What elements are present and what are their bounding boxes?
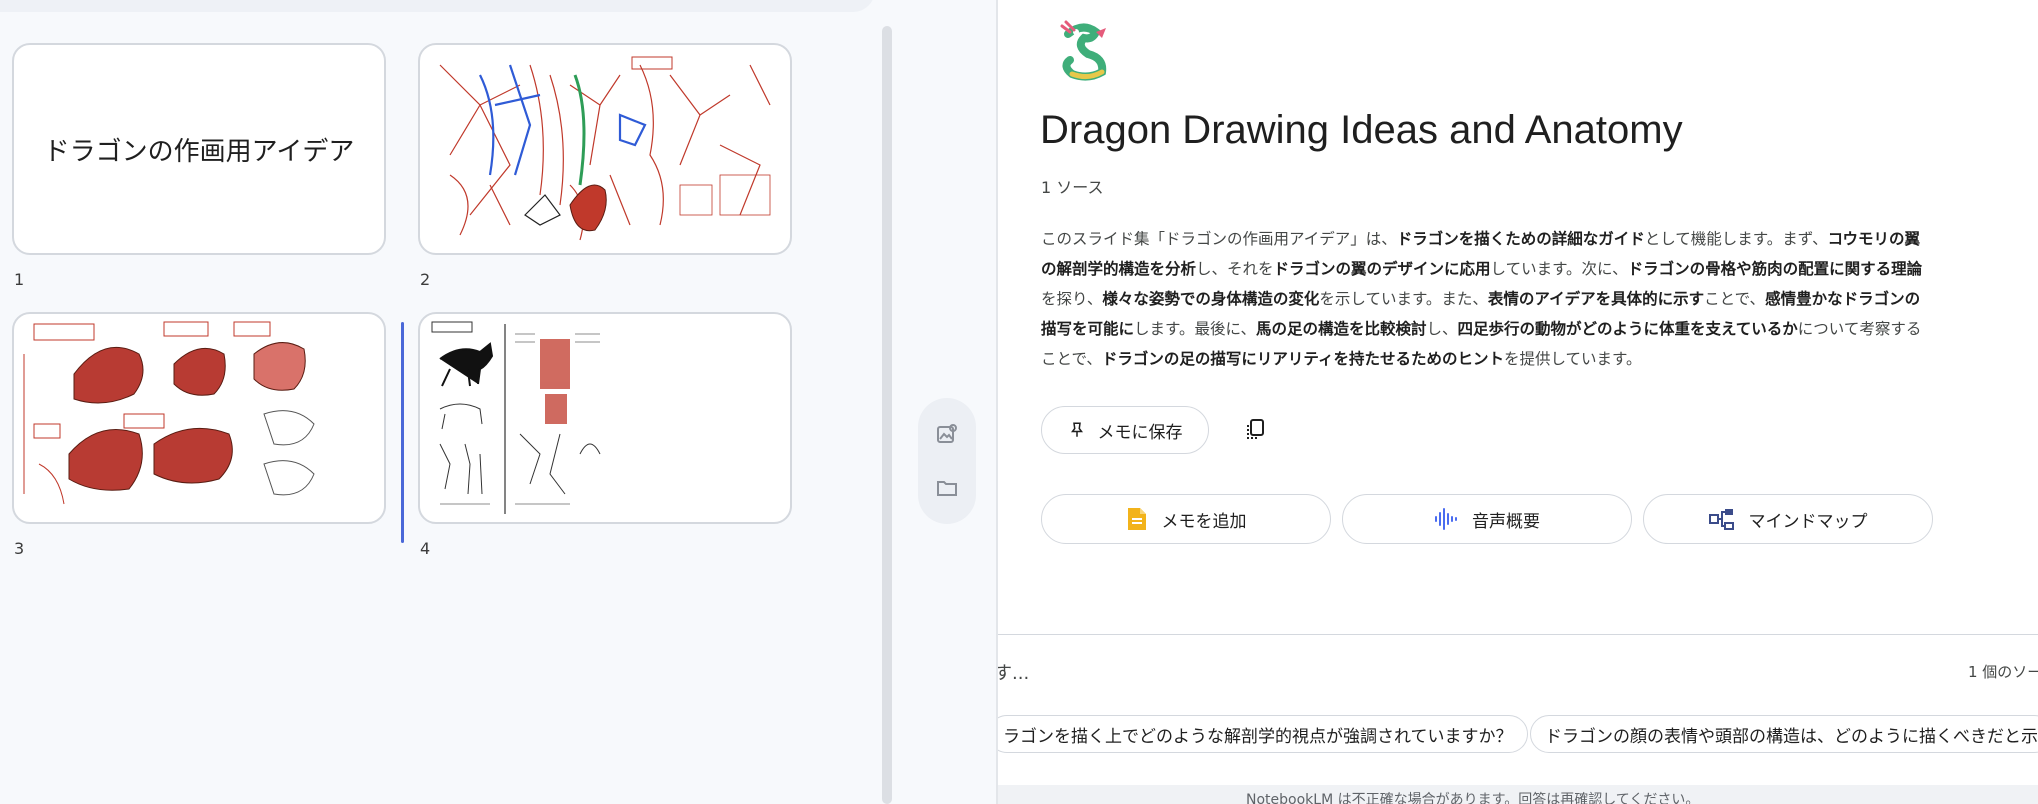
summary-text: として機能します。まず、 [1644, 230, 1828, 248]
slide-number-2: 2 [420, 270, 431, 289]
add-note-button[interactable]: メモを追加 [1041, 494, 1331, 544]
slide-number-1: 1 [14, 270, 25, 289]
copy-icon [1247, 419, 1264, 439]
suggested-questions: ラゴンを描く上でどのような解剖学的視点が強調されていますか？ ドラゴンの顔の表情… [998, 715, 2038, 753]
notebook-summary: このスライド集「ドラゴンの作画用アイデア」は、ドラゴンを描くための詳細なガイドと… [1041, 224, 1931, 374]
mind-map-icon [1708, 509, 1734, 530]
suggested-question-chip[interactable]: ラゴンを描く上でどのような解剖学的視点が強調されていますか？ [998, 715, 1528, 753]
slides-scrollbar[interactable] [882, 26, 892, 804]
audio-overview-button[interactable]: 音声概要 [1342, 494, 1632, 544]
summary-text: を提供しています。 [1504, 350, 1642, 368]
image-search-button[interactable] [933, 420, 961, 448]
chat-area: す... 1 個のソー ラゴンを描く上でどのような解剖学的視点が強調されています… [998, 634, 2038, 804]
summary-text: し、 [1426, 320, 1458, 338]
note-icon [1127, 508, 1146, 530]
current-slide-indicator [401, 322, 404, 543]
slide-number-3: 3 [14, 539, 25, 558]
bat-wing-sketch-image [439, 56, 771, 241]
summary-highlight: ドラゴンの足の描写にリアリティを持たせるためのヒント [1101, 350, 1504, 368]
summary-text: しています。次に、 [1490, 260, 1628, 278]
add-note-label: メモを追加 [1161, 511, 1247, 532]
slide-thumbnail-3[interactable] [12, 312, 386, 524]
save-to-note-label: メモに保存 [1097, 422, 1183, 443]
folder-icon [937, 481, 957, 496]
save-to-note-button[interactable]: メモに保存 [1041, 406, 1209, 454]
side-toolbar [918, 398, 976, 524]
mind-map-button[interactable]: マインドマップ [1643, 494, 1933, 544]
summary-text: し、それを [1196, 260, 1274, 278]
summary-highlight: ドラゴンの翼のデザインに応用 [1273, 260, 1491, 278]
suggested-question-chip[interactable]: ドラゴンの顔の表情や頭部の構造は、どのように描くべきだと示 [1530, 715, 2038, 753]
summary-text: このスライド集「ドラゴンの作画用アイデア」は、 [1041, 230, 1397, 248]
summary-highlight: 馬の足の構造を比較検討 [1256, 320, 1427, 338]
mind-map-label: マインドマップ [1748, 511, 1868, 532]
summary-highlight: 表情のアイデアを具体的に示す [1487, 290, 1705, 308]
slide-number-4: 4 [420, 539, 431, 558]
dragon-emoji-icon [1060, 20, 1107, 81]
dragon-heads-sketch-image [23, 321, 315, 505]
summary-highlight: 四足歩行の動物がどのように体重を支えているか [1457, 320, 1798, 338]
notebook-chat-panel: Dragon Drawing Ideas and Anatomy 1 ソース こ… [996, 0, 2038, 804]
summary-text: を示しています。また、 [1319, 290, 1488, 308]
pin-icon [1070, 422, 1083, 437]
slide-1-title: ドラゴンの作画用アイデア [43, 136, 355, 167]
slides-panel: ドラゴンの作画用アイデア 1 2 3 4 [0, 0, 998, 804]
notebook-title: Dragon Drawing Ideas and Anatomy [1040, 108, 1683, 152]
slide-thumbnail-1[interactable]: ドラゴンの作画用アイデア [12, 43, 386, 255]
panel-header-strip [0, 0, 875, 12]
summary-text: します。最後に、 [1134, 320, 1257, 338]
audio-overview-label: 音声概要 [1472, 511, 1540, 532]
image-search-icon [937, 424, 957, 443]
chat-input[interactable]: す... [998, 659, 1029, 685]
chat-source-count: 1 個のソー [1968, 663, 2038, 681]
source-count: 1 ソース [1041, 178, 1104, 197]
summary-highlight: 様々な姿勢での身体構造の変化 [1102, 290, 1320, 308]
summary-text: を探り、 [1041, 290, 1103, 308]
slide-thumbnail-2[interactable] [418, 43, 792, 255]
folder-button[interactable] [933, 474, 961, 502]
disclaimer: NotebookLM は不正確な場合があります。回答は再確認してください。 [1246, 792, 1700, 804]
audio-waveform-icon [1435, 508, 1457, 530]
copy-button[interactable] [1238, 412, 1272, 446]
summary-highlight: ドラゴンを描くための詳細なガイド [1396, 230, 1645, 248]
summary-text: ことで、 [1704, 290, 1766, 308]
summary-highlight: ドラゴンの骨格や筋肉の配置に関する理論 [1627, 260, 1923, 278]
slide-thumbnail-4[interactable] [418, 312, 792, 524]
horse-legs-sketch-image [431, 321, 601, 514]
